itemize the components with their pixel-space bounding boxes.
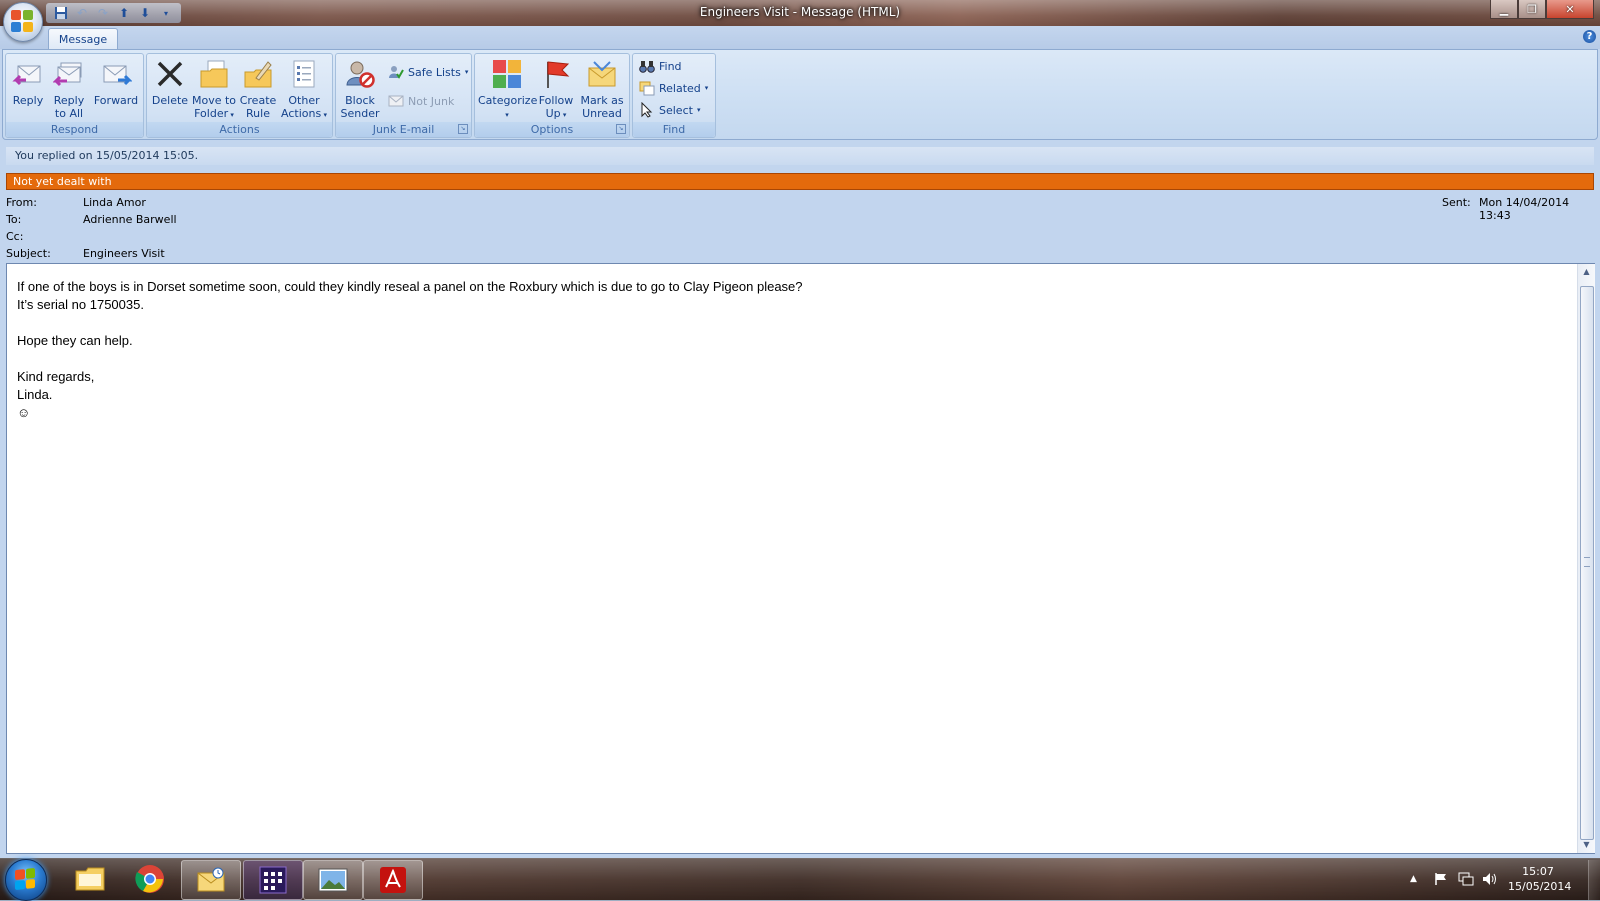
next-item-icon[interactable]: ⬇	[136, 4, 154, 22]
to-value[interactable]: Adrienne Barwell	[83, 213, 177, 226]
action-center-flag-icon[interactable]	[1434, 860, 1448, 898]
reply-icon	[12, 58, 44, 90]
mark-as-unread-button[interactable]: Mark as Unread	[578, 56, 626, 120]
group-label-find: Find	[633, 122, 715, 137]
subject-label: Subject:	[6, 247, 51, 260]
junk-email-dialog-launcher[interactable]: ↘	[458, 124, 468, 134]
block-sender-button[interactable]: Block Sender	[338, 56, 382, 120]
select-button[interactable]: Select ▾	[639, 100, 700, 120]
close-button[interactable]: ✕	[1546, 0, 1594, 19]
show-desktop-button[interactable]	[1588, 860, 1600, 900]
windows-logo-icon	[15, 867, 35, 891]
forward-button[interactable]: Forward	[92, 56, 140, 107]
from-value[interactable]: Linda Amor	[83, 196, 146, 209]
sent-label: Sent:	[1442, 196, 1471, 209]
flag-status-bar: Not yet dealt with	[6, 173, 1594, 190]
taskbar-calendar-app[interactable]	[243, 860, 303, 900]
related-messages-icon	[639, 80, 655, 96]
network-icon[interactable]	[1458, 860, 1474, 898]
group-label-options: Options	[475, 122, 629, 137]
undo-icon[interactable]: ↶	[73, 4, 91, 22]
scroll-down-icon[interactable]: ▼	[1578, 837, 1595, 853]
taskbar-outlook[interactable]	[181, 860, 241, 900]
pdf-icon	[380, 867, 406, 893]
scroll-up-icon[interactable]: ▲	[1578, 264, 1595, 280]
ribbon-group-junk-email: Block Sender Safe Lists ▾ Not Junk Junk E…	[335, 53, 472, 138]
chrome-icon	[135, 865, 164, 893]
system-clock[interactable]: 15:07 15/05/2014	[1508, 864, 1571, 894]
message-body-text: If one of the boys is in Dorset sometime…	[17, 278, 1517, 422]
cc-label: Cc:	[6, 230, 24, 243]
vertical-scrollbar[interactable]: ▲ ▼	[1577, 264, 1595, 853]
window-title: Engineers Visit - Message (HTML)	[699, 5, 901, 19]
chevron-up-icon: ▲	[1410, 874, 1417, 884]
taskbar-adobe-reader[interactable]	[363, 860, 423, 900]
create-rule-icon	[242, 58, 274, 90]
ribbon-group-find: Find Related ▾ Select ▾ Find	[632, 53, 716, 138]
delete-button[interactable]: Delete	[151, 56, 189, 107]
categorize-icon	[491, 58, 523, 90]
delete-icon	[154, 58, 186, 90]
block-sender-icon	[344, 58, 376, 90]
office-logo-icon	[11, 10, 33, 32]
reply-infobar[interactable]: You replied on 15/05/2014 15:05.	[6, 147, 1594, 165]
related-button[interactable]: Related ▾	[639, 78, 708, 98]
reply-all-icon	[52, 58, 85, 90]
mark-as-unread-icon	[586, 58, 618, 90]
ribbon-group-respond: Reply Reply to All Forward Respond	[5, 53, 144, 138]
sent-value: Mon 14/04/2014 13:43	[1479, 196, 1570, 222]
safe-lists-icon	[388, 64, 404, 80]
volume-icon[interactable]	[1482, 860, 1498, 898]
calendar-grid-icon	[259, 866, 287, 894]
safe-lists-button[interactable]: Safe Lists ▾	[388, 62, 468, 82]
minimize-button[interactable]: ▁	[1490, 0, 1518, 19]
other-actions-icon	[288, 58, 320, 90]
group-label-junk-email: Junk E-mail	[336, 122, 471, 137]
from-label: From:	[6, 196, 37, 209]
restore-button[interactable]: ❐	[1518, 0, 1546, 19]
photo-icon	[318, 868, 348, 892]
reply-all-button[interactable]: Reply to All	[50, 56, 88, 120]
to-label: To:	[6, 213, 22, 226]
subject-value: Engineers Visit	[83, 247, 165, 260]
help-icon[interactable]: ?	[1583, 30, 1596, 43]
quick-access-toolbar: ↶ ↷ ⬆ ⬇ ▾	[46, 3, 181, 23]
taskbar-photo-viewer[interactable]	[303, 860, 363, 900]
not-junk-icon	[388, 93, 404, 109]
follow-up-button[interactable]: Follow Up ▾	[537, 56, 575, 122]
follow-up-flag-icon	[540, 58, 572, 90]
group-label-respond: Respond	[6, 122, 143, 137]
folder-icon	[75, 867, 105, 891]
other-actions-button[interactable]: Other Actions ▾	[281, 56, 327, 122]
ribbon-group-actions: Delete Move to Folder ▾ Create Rule Othe…	[146, 53, 333, 138]
customize-qat-icon[interactable]: ▾	[157, 4, 175, 22]
taskbar-google-chrome[interactable]	[121, 860, 179, 898]
not-junk-button[interactable]: Not Junk	[388, 91, 454, 111]
window-controls: ▁ ❐ ✕	[1490, 0, 1594, 19]
tab-message[interactable]: Message	[48, 28, 118, 51]
categorize-button[interactable]: Categorize ▾	[478, 56, 537, 122]
taskbar-windows-explorer[interactable]	[61, 860, 119, 898]
ribbon-tab-row	[0, 26, 1600, 49]
move-to-folder-icon	[198, 58, 230, 90]
binoculars-icon	[639, 58, 655, 74]
find-button[interactable]: Find	[639, 56, 682, 76]
ribbon-group-options: Categorize ▾ Follow Up ▾ Mark as Unread …	[474, 53, 630, 138]
forward-icon	[100, 58, 133, 90]
reply-button[interactable]: Reply	[9, 56, 47, 107]
scrollbar-thumb[interactable]	[1580, 286, 1594, 840]
outlook-envelope-icon	[197, 867, 225, 892]
previous-item-icon[interactable]: ⬆	[115, 4, 133, 22]
cursor-arrow-icon	[639, 101, 655, 118]
options-dialog-launcher[interactable]: ↘	[616, 124, 626, 134]
save-icon[interactable]	[52, 4, 70, 22]
smiley-emoticon: ☺	[17, 405, 31, 420]
show-hidden-icons[interactable]: ▲	[1410, 860, 1417, 898]
redo-icon[interactable]: ↷	[94, 4, 112, 22]
move-to-folder-button[interactable]: Move to Folder ▾	[191, 56, 237, 122]
create-rule-button[interactable]: Create Rule	[238, 56, 278, 120]
group-label-actions: Actions	[147, 122, 332, 137]
